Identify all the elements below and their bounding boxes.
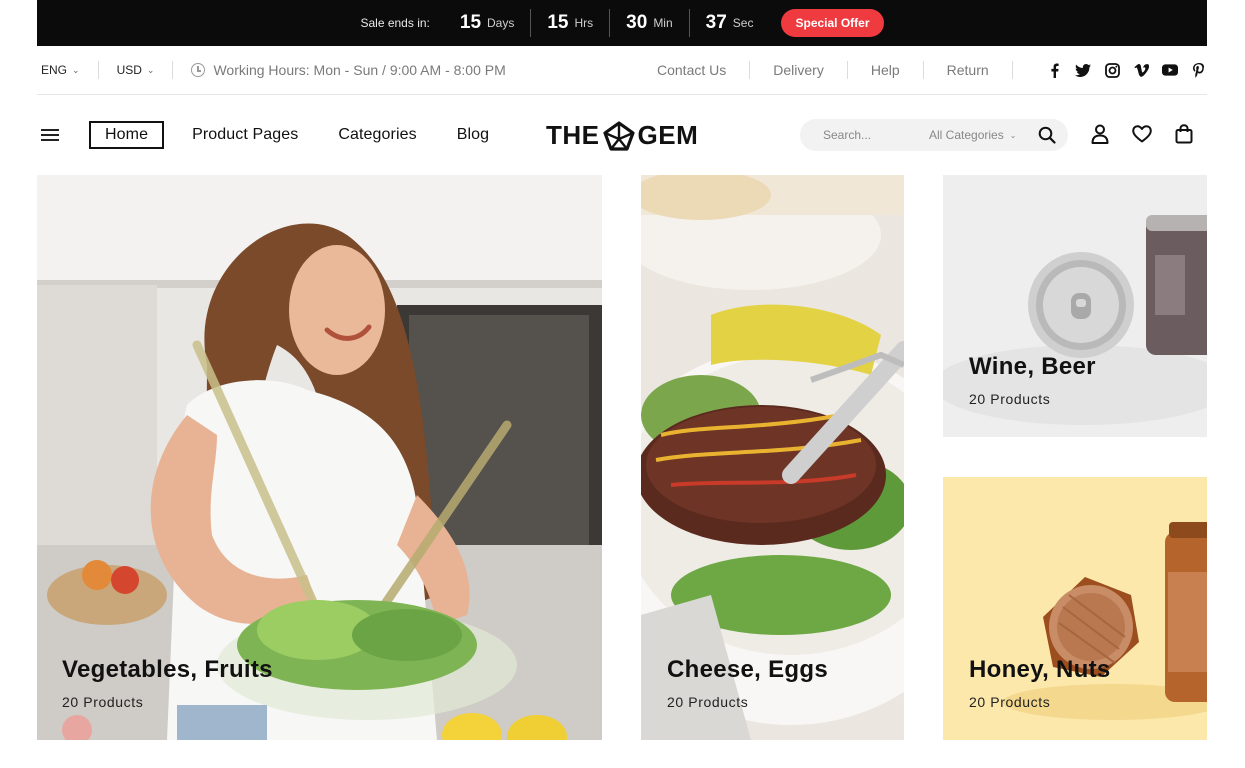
return-link[interactable]: Return: [947, 62, 989, 78]
tile-product-count: 20 Products: [667, 694, 749, 710]
search-bar: All Categories ⌄: [800, 119, 1068, 151]
tile-title: Vegetables, Fruits: [62, 656, 273, 683]
social-links: [1033, 62, 1207, 78]
header-actions: [1069, 123, 1195, 145]
search-input[interactable]: [823, 128, 923, 142]
chevron-down-icon: ⌄: [72, 64, 80, 75]
instagram-icon[interactable]: [1104, 62, 1120, 78]
shopping-bag-icon[interactable]: [1173, 123, 1195, 145]
facebook-icon[interactable]: [1046, 62, 1062, 78]
chevron-down-icon: ⌄: [1009, 130, 1017, 140]
tile-title: Wine, Beer: [969, 353, 1096, 380]
user-account-icon[interactable]: [1089, 123, 1111, 145]
nav-item-blog[interactable]: Blog: [457, 126, 489, 144]
wishlist-heart-icon[interactable]: [1131, 123, 1153, 145]
category-select[interactable]: All Categories ⌄: [929, 128, 1016, 142]
category-tile-vegetables-fruits[interactable]: Vegetables, Fruits 20 Products: [37, 175, 602, 740]
category-tile-wine-beer[interactable]: Wine, Beer 20 Products: [943, 175, 1207, 437]
contact-us-link[interactable]: Contact Us: [657, 62, 726, 78]
tile-title: Cheese, Eggs: [667, 656, 828, 683]
tile-product-count: 20 Products: [62, 694, 144, 710]
divider: [749, 61, 751, 79]
language-selector[interactable]: ENG ⌄: [41, 63, 80, 77]
divider: [172, 61, 174, 79]
tile-title: Honey, Nuts: [969, 656, 1111, 683]
countdown-seconds: 37 Sec: [705, 12, 754, 33]
hamburger-menu-icon[interactable]: [41, 128, 61, 142]
divider: [846, 61, 848, 79]
countdown-days: 15 Days: [459, 12, 515, 33]
divider: [1011, 61, 1013, 79]
category-tile-cheese-eggs[interactable]: Cheese, Eggs 20 Products: [641, 175, 904, 740]
gem-logo-icon: [602, 120, 635, 151]
nav-item-home[interactable]: Home: [89, 121, 165, 149]
site-logo[interactable]: THE GEM: [546, 120, 698, 151]
divider: [922, 61, 924, 79]
special-offer-button[interactable]: Special Offer: [781, 9, 884, 37]
search-icon[interactable]: [1038, 126, 1056, 149]
primary-menu: Home Product Pages Categories Blog: [89, 121, 529, 149]
currency-selector[interactable]: USD ⌄: [117, 63, 155, 77]
countdown-hours: 15 Hrs: [547, 12, 594, 33]
twitter-icon[interactable]: [1075, 62, 1091, 78]
promo-bar: Sale ends in: 15 Days 15 Hrs 30 Min 37 S…: [37, 0, 1207, 46]
tile-product-count: 20 Products: [969, 694, 1051, 710]
nav-item-categories[interactable]: Categories: [338, 126, 416, 144]
vimeo-icon[interactable]: [1133, 62, 1149, 78]
category-tile-honey-nuts[interactable]: Honey, Nuts 20 Products: [943, 477, 1207, 740]
countdown-minutes: 30 Min: [626, 12, 673, 33]
pinterest-icon[interactable]: [1191, 62, 1207, 78]
working-hours: Working Hours: Mon - Sun / 9:00 AM - 8:0…: [191, 62, 506, 78]
utility-links: Contact Us Delivery Help Return: [657, 61, 1036, 79]
clock-icon: [191, 63, 206, 77]
chevron-down-icon: ⌄: [146, 64, 155, 75]
utility-bar: ENG ⌄ USD ⌄ Working Hours: Mon - Sun / 9…: [37, 46, 1207, 95]
youtube-icon[interactable]: [1162, 62, 1178, 78]
help-link[interactable]: Help: [871, 62, 900, 78]
delivery-link[interactable]: Delivery: [773, 62, 824, 78]
main-nav: Home Product Pages Categories Blog THE G…: [37, 96, 1207, 174]
tile-product-count: 20 Products: [969, 391, 1051, 407]
divider: [97, 61, 99, 79]
sale-label: Sale ends in:: [360, 16, 430, 30]
nav-item-product-pages[interactable]: Product Pages: [192, 126, 298, 144]
